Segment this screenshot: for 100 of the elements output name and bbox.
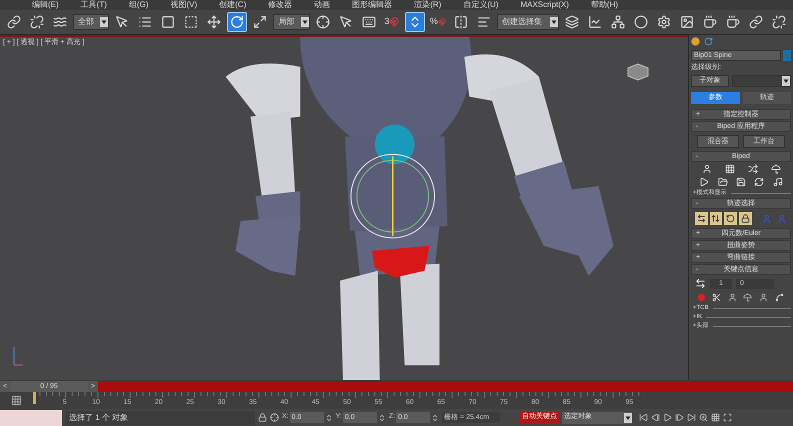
move-icon bbox=[207, 14, 222, 29]
scissors-icon[interactable] bbox=[712, 293, 721, 302]
status-message: 选择了 1 个 对象 bbox=[65, 410, 255, 424]
menu-item[interactable]: 视图(V) bbox=[170, 0, 198, 10]
menu-item[interactable]: 图形编辑器 bbox=[352, 0, 392, 10]
sun-icon[interactable] bbox=[691, 37, 700, 46]
mirror-icon bbox=[454, 14, 468, 29]
tool-button[interactable] bbox=[770, 164, 780, 174]
shuffle-icon bbox=[748, 164, 758, 174]
figure-icon[interactable] bbox=[758, 293, 768, 302]
go-to-start-icon[interactable] bbox=[639, 413, 648, 422]
image-icon bbox=[680, 14, 694, 29]
dashed-square-icon bbox=[184, 14, 198, 29]
layers-icon bbox=[565, 14, 579, 29]
time-marker[interactable] bbox=[33, 392, 36, 404]
grid-icon bbox=[724, 164, 734, 174]
tool-button[interactable] bbox=[748, 164, 758, 174]
tool-button[interactable] bbox=[754, 177, 764, 188]
menu-item[interactable]: 组(G) bbox=[128, 0, 148, 10]
lock-icon[interactable] bbox=[258, 413, 267, 422]
refresh-icon bbox=[754, 177, 764, 188]
track-toggle[interactable] bbox=[710, 212, 722, 226]
graph-icon bbox=[588, 14, 602, 29]
tool-button[interactable] bbox=[718, 177, 728, 188]
unlink-icon bbox=[30, 14, 44, 29]
wave-icon bbox=[53, 14, 67, 29]
play-icon bbox=[699, 177, 710, 188]
scale-icon bbox=[253, 14, 268, 29]
tool-button[interactable] bbox=[772, 177, 783, 188]
list-icon bbox=[138, 14, 152, 29]
network-icon bbox=[611, 14, 625, 29]
view-cube-icon[interactable] bbox=[625, 62, 651, 82]
folder-icon bbox=[718, 177, 728, 188]
toolbar-button[interactable] bbox=[404, 12, 425, 32]
track-toggle[interactable] bbox=[695, 212, 708, 226]
magnet-icon bbox=[389, 16, 400, 27]
crosshair-icon bbox=[316, 14, 330, 29]
square-icon bbox=[161, 14, 176, 29]
figure-icon bbox=[777, 214, 787, 224]
menu-item[interactable]: 工具(T) bbox=[80, 0, 107, 10]
rotate-icon bbox=[230, 14, 244, 29]
magnet-icon bbox=[438, 16, 446, 27]
snap-toggle[interactable]: % bbox=[428, 12, 448, 32]
lock-icon bbox=[740, 214, 750, 224]
tool-button[interactable] bbox=[702, 164, 712, 174]
menu-item[interactable]: 帮助(H) bbox=[590, 0, 618, 10]
snap-toggle[interactable]: 3 bbox=[382, 12, 402, 32]
curve-icon[interactable] bbox=[774, 293, 784, 302]
object-color-swatch[interactable] bbox=[783, 50, 791, 61]
spinner-icon[interactable] bbox=[431, 414, 440, 422]
cursor-icon bbox=[115, 14, 130, 29]
menu-item[interactable]: 自定义(U) bbox=[463, 0, 498, 10]
figure-icon bbox=[762, 214, 772, 224]
save-icon bbox=[736, 177, 746, 188]
dropdown-field[interactable]: 全部 bbox=[73, 14, 110, 30]
menu-item[interactable]: 动画 bbox=[314, 0, 330, 10]
dropdown-field[interactable]: 局部 bbox=[273, 14, 310, 30]
track-toggle[interactable] bbox=[724, 212, 737, 226]
figure-icon bbox=[702, 164, 712, 174]
menu-item[interactable]: MAXScript(X) bbox=[520, 0, 569, 10]
track-bar-icon[interactable] bbox=[11, 395, 22, 406]
note-icon bbox=[772, 177, 783, 188]
umbrella-icon[interactable] bbox=[743, 293, 752, 302]
script-listener-box[interactable] bbox=[0, 410, 62, 426]
cursor-icon bbox=[338, 14, 353, 29]
rotate-icon bbox=[726, 214, 736, 224]
maximize-icon[interactable] bbox=[723, 413, 732, 422]
gear-icon bbox=[657, 14, 671, 29]
spinner-icon[interactable] bbox=[324, 414, 333, 422]
arc-icon[interactable] bbox=[704, 37, 713, 46]
figure-icon[interactable] bbox=[728, 293, 737, 302]
align-icon bbox=[476, 14, 491, 29]
axis-tripod-icon bbox=[12, 344, 24, 367]
previous-key-icon[interactable] bbox=[651, 413, 660, 422]
horizontal-arrows-icon bbox=[696, 214, 706, 224]
umbrella-icon bbox=[770, 164, 780, 174]
link-icon bbox=[7, 14, 21, 29]
next-key-icon[interactable] bbox=[675, 413, 684, 422]
keyboard-icon bbox=[362, 14, 376, 29]
menu-item[interactable]: 渲染(R) bbox=[414, 0, 442, 10]
transform-mode-icon[interactable] bbox=[270, 413, 279, 422]
unlink-icon bbox=[772, 14, 786, 29]
menu-item[interactable]: 修改器 bbox=[268, 0, 292, 10]
toolbar-button[interactable] bbox=[227, 12, 248, 32]
arrows-icon bbox=[695, 278, 706, 290]
zoom-icon[interactable] bbox=[699, 413, 708, 422]
tool-button[interactable] bbox=[736, 177, 746, 188]
menu-item[interactable]: 创建(C) bbox=[219, 0, 246, 10]
grid-icon[interactable] bbox=[711, 413, 720, 422]
spinner-icon[interactable] bbox=[378, 414, 386, 422]
go-to-end-icon[interactable] bbox=[687, 413, 696, 422]
link-icon bbox=[749, 14, 763, 29]
vertical-arrows-icon bbox=[711, 214, 720, 224]
menu-item[interactable]: 编辑(E) bbox=[32, 0, 59, 10]
play-icon[interactable] bbox=[663, 413, 672, 422]
sphere-icon bbox=[634, 14, 648, 29]
subobject-dropdown[interactable] bbox=[732, 75, 791, 88]
tool-button[interactable] bbox=[699, 177, 710, 188]
tool-button[interactable] bbox=[724, 164, 734, 174]
dropdown-field[interactable]: 创建选择集 bbox=[496, 14, 559, 30]
